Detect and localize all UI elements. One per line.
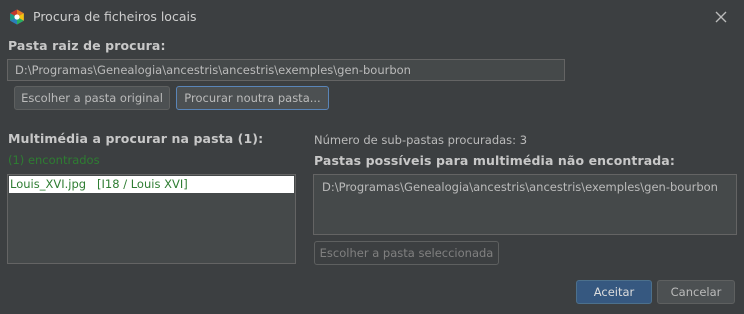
- close-icon: [715, 11, 727, 23]
- media-search-label: Multimédia a procurar na pasta (1):: [8, 131, 264, 146]
- root-path-field[interactable]: D:\Programas\Genealogia\ancestris\ancest…: [7, 59, 565, 81]
- found-count-text: (1) encontrados: [8, 153, 100, 167]
- subfolder-count-text: Número de sub-pastas procuradas: 3: [314, 133, 528, 147]
- file-reference: [I18 / Louis XVI]: [97, 177, 188, 191]
- close-button[interactable]: [710, 6, 732, 28]
- list-item[interactable]: Louis_XVI.jpg [I18 / Louis XVI]: [9, 176, 294, 193]
- accept-button[interactable]: Aceitar: [576, 280, 652, 304]
- file-name: Louis_XVI.jpg: [10, 177, 87, 191]
- title-bar: Procura de ficheiros locais: [0, 0, 744, 33]
- possible-folders-list[interactable]: D:\Programas\Genealogia\ancestris\ancest…: [313, 174, 737, 235]
- root-folder-label: Pasta raiz de procura:: [8, 38, 166, 53]
- media-file-list[interactable]: Louis_XVI.jpg [I18 / Louis XVI]: [7, 174, 296, 264]
- app-logo-icon: [10, 9, 24, 25]
- choose-selected-folder-button[interactable]: Escolher a pasta seleccionada: [314, 241, 499, 265]
- list-item[interactable]: D:\Programas\Genealogia\ancestris\ancest…: [322, 180, 718, 194]
- cancel-button[interactable]: Cancelar: [657, 280, 735, 304]
- search-other-folder-button[interactable]: Procurar noutra pasta...: [176, 86, 329, 110]
- possible-folders-label: Pastas possíveis para multimédia não enc…: [314, 153, 675, 168]
- window-title: Procura de ficheiros locais: [33, 9, 197, 24]
- choose-original-folder-button[interactable]: Escolher a pasta original: [14, 86, 170, 110]
